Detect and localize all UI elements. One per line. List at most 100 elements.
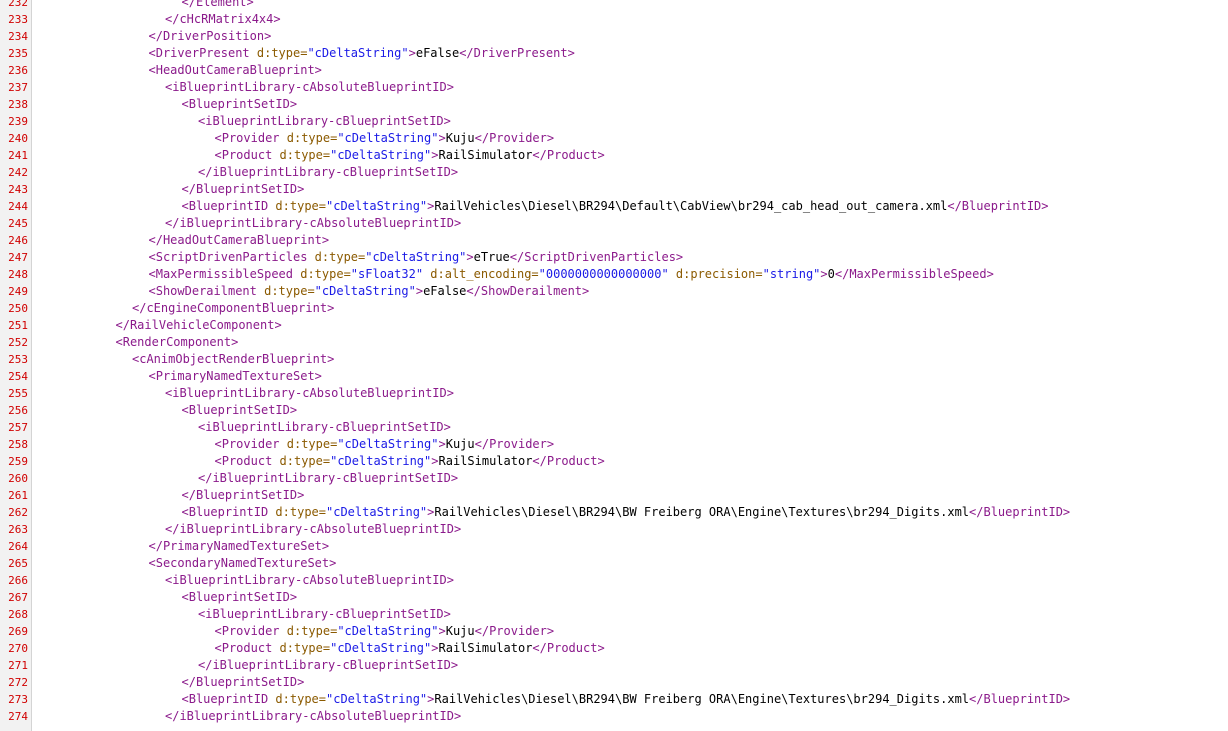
line-number: 251	[8, 319, 28, 332]
xml-tag-token: </BlueprintID>	[947, 199, 1049, 213]
xml-attr-token: d:type=	[275, 692, 326, 706]
xml-val-token: "cDeltaString"	[365, 250, 467, 264]
code-line[interactable]: 267 <BlueprintSetID>	[0, 589, 1228, 606]
code-text: </iBlueprintLibrary-cBlueprintSetID>	[198, 470, 458, 487]
code-line[interactable]: 265 <SecondaryNamedTextureSet>	[0, 555, 1228, 572]
xml-tag-token: </Provider>	[474, 131, 555, 145]
code-line[interactable]: 245 </iBlueprintLibrary-cAbsoluteBlueprin…	[0, 215, 1228, 232]
code-line[interactable]: 253 <cAnimObjectRenderBlueprint>	[0, 351, 1228, 368]
xml-tag-token: </iBlueprintLibrary-cAbsoluteBlueprintID…	[165, 709, 462, 723]
code-line[interactable]: 240 <Provider d:type="cDeltaString">Kuju<…	[0, 130, 1228, 147]
xml-tag-token: </BlueprintID>	[969, 505, 1071, 519]
xml-tag-token: <BlueprintSetID>	[181, 590, 298, 604]
xml-attr-token: d:type=	[275, 505, 326, 519]
code-line[interactable]: 252 <RenderComponent>	[0, 334, 1228, 351]
xml-tag-token: <iBlueprintLibrary-cBlueprintSetID>	[198, 420, 451, 434]
code-text: <Provider d:type="cDeltaString">Kuju</Pr…	[215, 623, 555, 640]
line-number: 253	[8, 353, 28, 366]
xml-tag-token: >	[415, 284, 424, 298]
code-line[interactable]: 260 </iBlueprintLibrary-cBlueprintSetID>	[0, 470, 1228, 487]
code-line[interactable]: 235 <DriverPresent d:type="cDeltaString">…	[0, 45, 1228, 62]
code-line[interactable]: 271 </iBlueprintLibrary-cBlueprintSetID>	[0, 657, 1228, 674]
xml-val-token: "cDeltaString"	[314, 284, 416, 298]
xml-tag-token: </cHcRMatrix4x4>	[165, 12, 281, 26]
xml-attr-token: d:type=	[279, 454, 331, 468]
line-number: 246	[8, 234, 28, 247]
code-text: <BlueprintSetID>	[182, 589, 298, 606]
xml-tag-token: </MaxPermissibleSpeed>	[834, 267, 994, 281]
xml-tag-token: <DriverPresent	[148, 46, 257, 60]
code-line[interactable]: 247 <ScriptDrivenParticles d:type="cDelta…	[0, 249, 1228, 266]
code-lines: 232 </Element> 233 </cHcRMatrix4x4> 234 </Dri…	[0, 0, 1228, 725]
code-line[interactable]: 250 </cEngineComponentBlueprint>	[0, 300, 1228, 317]
code-line[interactable]: 249 <ShowDerailment d:type="cDeltaString"…	[0, 283, 1228, 300]
code-text: </cEngineComponentBlueprint>	[132, 300, 334, 317]
code-line[interactable]: 259 <Product d:type="cDeltaString">RailSi…	[0, 453, 1228, 470]
code-text: <iBlueprintLibrary-cAbsoluteBlueprintID>	[165, 572, 454, 589]
code-line[interactable]: 237 <iBlueprintLibrary-cAbsoluteBlueprint…	[0, 79, 1228, 96]
code-text: <ScriptDrivenParticles d:type="cDeltaStr…	[149, 249, 684, 266]
xml-txt-token: Kuju	[445, 624, 475, 638]
xml-txt-token: eFalse	[415, 46, 460, 60]
xml-tag-token: >	[438, 437, 446, 451]
code-line[interactable]: 243 </BlueprintSetID>	[0, 181, 1228, 198]
code-line[interactable]: 257 <iBlueprintLibrary-cBlueprintSetID>	[0, 419, 1228, 436]
code-text: </BlueprintSetID>	[182, 487, 305, 504]
xml-tag-token: </HeadOutCameraBlueprint>	[148, 233, 330, 247]
code-line[interactable]: 236 <HeadOutCameraBlueprint>	[0, 62, 1228, 79]
line-number: 264	[8, 540, 28, 553]
xml-tag-token: >	[431, 641, 439, 655]
code-line[interactable]: 264 </PrimaryNamedTextureSet>	[0, 538, 1228, 555]
line-number: 262	[8, 506, 28, 519]
code-line[interactable]: 234 </DriverPosition>	[0, 28, 1228, 45]
code-text: <Provider d:type="cDeltaString">Kuju</Pr…	[215, 130, 555, 147]
code-line[interactable]: 239 <iBlueprintLibrary-cBlueprintSetID>	[0, 113, 1228, 130]
code-line[interactable]: 244 <BlueprintID d:type="cDeltaString">Ra…	[0, 198, 1228, 215]
xml-tag-token: </ShowDerailment>	[466, 284, 590, 298]
xml-val-token: "cDeltaString"	[337, 131, 439, 145]
code-line[interactable]: 266 <iBlueprintLibrary-cAbsoluteBlueprint…	[0, 572, 1228, 589]
xml-tag-token: <iBlueprintLibrary-cAbsoluteBlueprintID>	[165, 80, 454, 94]
code-text: </iBlueprintLibrary-cAbsoluteBlueprintID…	[165, 708, 461, 725]
code-line[interactable]: 242 </iBlueprintLibrary-cBlueprintSetID>	[0, 164, 1228, 181]
code-line[interactable]: 233 </cHcRMatrix4x4>	[0, 11, 1228, 28]
xml-tag-token: <Product	[214, 148, 280, 162]
code-text: <ShowDerailment d:type="cDeltaString">eF…	[149, 283, 590, 300]
code-line[interactable]: 258 <Provider d:type="cDeltaString">Kuju<…	[0, 436, 1228, 453]
code-line[interactable]: 272 </BlueprintSetID>	[0, 674, 1228, 691]
code-line[interactable]: 241 <Product d:type="cDeltaString">RailSi…	[0, 147, 1228, 164]
code-line[interactable]: 273 <BlueprintID d:type="cDeltaString">Ra…	[0, 691, 1228, 708]
code-line[interactable]: 268 <iBlueprintLibrary-cBlueprintSetID>	[0, 606, 1228, 623]
code-line[interactable]: 248 <MaxPermissibleSpeed d:type="sFloat32…	[0, 266, 1228, 283]
code-line[interactable]: 238 <BlueprintSetID>	[0, 96, 1228, 113]
xml-tag-token: >	[466, 250, 474, 264]
code-line[interactable]: 254 <PrimaryNamedTextureSet>	[0, 368, 1228, 385]
code-line[interactable]: 256 <BlueprintSetID>	[0, 402, 1228, 419]
xml-tag-token: </Element>	[181, 0, 254, 9]
code-text: <RenderComponent>	[116, 334, 239, 351]
xml-txt-token: Kuju	[445, 437, 475, 451]
line-number: 272	[8, 676, 28, 689]
code-line[interactable]: 232 </Element>	[0, 0, 1228, 11]
code-line[interactable]: 255 <iBlueprintLibrary-cAbsoluteBlueprint…	[0, 385, 1228, 402]
code-line[interactable]: 262 <BlueprintID d:type="cDeltaString">Ra…	[0, 504, 1228, 521]
line-number: 234	[8, 30, 28, 43]
line-number: 255	[8, 387, 28, 400]
code-editor[interactable]: 232 </Element> 233 </cHcRMatrix4x4> 234 </Dri…	[0, 0, 1228, 731]
code-line[interactable]: 274 </iBlueprintLibrary-cAbsoluteBlueprin…	[0, 708, 1228, 725]
code-text: </iBlueprintLibrary-cBlueprintSetID>	[198, 164, 458, 181]
code-line[interactable]: 269 <Provider d:type="cDeltaString">Kuju<…	[0, 623, 1228, 640]
code-line[interactable]: 251 </RailVehicleComponent>	[0, 317, 1228, 334]
xml-attr-token: d:precision=	[668, 267, 763, 281]
xml-txt-token: eTrue	[473, 250, 510, 264]
code-text: <BlueprintID d:type="cDeltaString">RailV…	[182, 691, 1071, 708]
xml-tag-token: </Product>	[532, 148, 605, 162]
code-line[interactable]: 270 <Product d:type="cDeltaString">RailSi…	[0, 640, 1228, 657]
xml-tag-token: <Provider	[214, 437, 287, 451]
line-number: 265	[8, 557, 28, 570]
code-line[interactable]: 261 </BlueprintSetID>	[0, 487, 1228, 504]
code-line[interactable]: 246 </HeadOutCameraBlueprint>	[0, 232, 1228, 249]
code-text: <BlueprintSetID>	[182, 402, 298, 419]
code-text: <Product d:type="cDeltaString">RailSimul…	[215, 147, 605, 164]
code-line[interactable]: 263 </iBlueprintLibrary-cAbsoluteBlueprin…	[0, 521, 1228, 538]
